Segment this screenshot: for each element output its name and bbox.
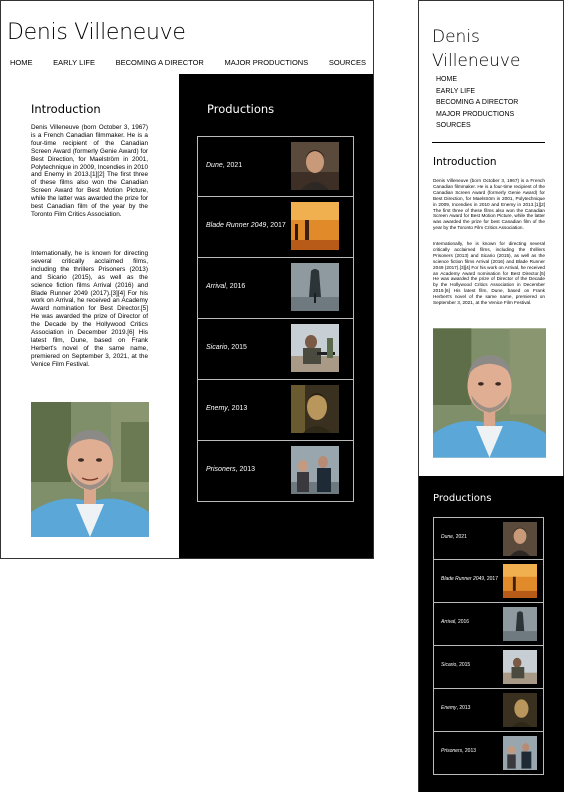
productions-heading-mobile: Productions <box>433 493 492 504</box>
nav-major-productions[interactable]: MAJOR PRODUCTIONS <box>436 109 518 121</box>
film-title: Enemy <box>206 405 228 412</box>
film-year: , 2015 <box>456 662 471 668</box>
film-card-arrival[interactable]: Arrival, 2016 <box>433 603 544 646</box>
main-nav: HOME EARLY LIFE BECOMING A DIRECTOR MAJO… <box>10 58 366 67</box>
productions-section: Productions Dune, 2021 Blade Runner 2049… <box>179 74 373 558</box>
film-card-blade-runner[interactable]: Blade Runner 2049, 2017 <box>197 197 354 258</box>
intro-paragraph-2: Internationally, he is known for directi… <box>31 250 148 368</box>
director-portrait-mobile <box>433 328 546 458</box>
film-caption: Sicario, 2015 <box>206 343 286 352</box>
film-year: , 2013 <box>462 748 477 754</box>
desktop-layout: Denis Villeneuve HOME EARLY LIFE BECOMIN… <box>0 0 374 559</box>
film-year: , 2021 <box>452 534 467 540</box>
nav-home[interactable]: HOME <box>436 74 518 86</box>
intro-paragraph-2-mobile: Internationally, he is known for directi… <box>433 241 545 306</box>
intro-paragraph-1-mobile: Denis Villeneuve (born October 3, 1967) … <box>433 178 545 231</box>
film-caption: Blade Runner 2049, 2017 <box>441 576 501 582</box>
director-portrait <box>31 402 149 537</box>
intro-heading-mobile: Introduction <box>433 156 497 168</box>
film-title: Prisoners <box>441 748 463 754</box>
film-card-enemy[interactable]: Enemy, 2013 <box>197 380 354 441</box>
film-caption: Arrival, 2016 <box>206 282 286 291</box>
arrival-poster-thumbnail <box>503 607 537 641</box>
enemy-poster-thumbnail <box>291 385 339 433</box>
nav-home[interactable]: HOME <box>10 58 33 67</box>
film-year: , 2021 <box>222 162 243 169</box>
film-title: Arrival <box>441 619 456 625</box>
film-title: Sicario <box>441 662 457 668</box>
prisoners-poster-thumbnail <box>503 736 537 770</box>
film-year: , 2015 <box>227 344 247 351</box>
prisoners-poster-thumbnail <box>291 446 339 494</box>
film-title: Dune <box>441 534 453 540</box>
film-year: , 2017 <box>266 222 286 229</box>
film-caption: Dune, 2021 <box>441 534 501 540</box>
film-caption: Prisoners, 2013 <box>206 465 286 474</box>
film-year: , 2016 <box>225 283 246 290</box>
film-card-enemy[interactable]: Enemy, 2013 <box>433 689 544 732</box>
film-caption: Blade Runner 2049, 2017 <box>206 221 286 230</box>
film-caption: Sicario, 2015 <box>441 662 501 668</box>
film-title: Prisoners <box>206 466 236 473</box>
productions-section-mobile: Productions Dune, 2021 Blade Runner 2049… <box>419 476 564 792</box>
nav-divider <box>432 142 545 143</box>
nav-early-life[interactable]: EARLY LIFE <box>436 86 518 98</box>
arrival-poster-thumbnail <box>291 263 339 311</box>
film-year: , 2016 <box>455 619 470 625</box>
mobile-layout: Denis Villeneuve HOME EARLY LIFE BECOMIN… <box>418 0 564 792</box>
film-title: Blade Runner 2049 <box>206 222 267 229</box>
intro-heading: Introduction <box>31 102 101 116</box>
blade-runner-poster-thumbnail <box>291 202 339 250</box>
film-title: Dune <box>206 162 223 169</box>
nav-sources[interactable]: SOURCES <box>329 58 366 67</box>
enemy-poster-thumbnail <box>503 693 537 727</box>
mobile-nav: HOME EARLY LIFE BECOMING A DIRECTOR MAJO… <box>436 74 518 132</box>
film-caption: Arrival, 2016 <box>441 619 501 625</box>
film-card-sicario[interactable]: Sicario, 2015 <box>197 319 354 380</box>
nav-becoming-director[interactable]: BECOMING A DIRECTOR <box>436 97 518 109</box>
film-year: , 2013 <box>235 466 256 473</box>
film-card-dune[interactable]: Dune, 2021 <box>197 136 354 197</box>
film-caption: Enemy, 2013 <box>441 705 501 711</box>
site-title: Denis Villeneuve <box>7 20 186 45</box>
film-card-arrival[interactable]: Arrival, 2016 <box>197 258 354 319</box>
film-caption: Dune, 2021 <box>206 161 286 170</box>
productions-heading: Productions <box>207 102 275 116</box>
dune-poster-thumbnail <box>503 522 537 556</box>
productions-list-mobile: Dune, 2021 Blade Runner 2049, 2017 Arriv… <box>433 517 544 775</box>
intro-section: Introduction Denis Villeneuve (born Octo… <box>1 74 179 558</box>
productions-list: Dune, 2021 Blade Runner 2049, 2017 Arriv… <box>197 136 354 502</box>
nav-early-life[interactable]: EARLY LIFE <box>53 58 95 67</box>
film-title: Enemy <box>441 705 457 711</box>
film-card-prisoners[interactable]: Prisoners, 2013 <box>197 441 354 502</box>
film-year: , 2017 <box>484 576 498 582</box>
site-title-mobile: Denis Villeneuve <box>432 27 521 71</box>
film-title: Blade Runner 2049 <box>441 576 485 582</box>
film-caption: Enemy, 2013 <box>206 404 286 413</box>
nav-major-productions[interactable]: MAJOR PRODUCTIONS <box>224 58 308 67</box>
film-card-prisoners[interactable]: Prisoners, 2013 <box>433 732 544 775</box>
sicario-poster-thumbnail <box>291 324 339 372</box>
film-caption: Prisoners, 2013 <box>441 748 501 754</box>
film-card-blade-runner[interactable]: Blade Runner 2049, 2017 <box>433 560 544 603</box>
sicario-poster-thumbnail <box>503 650 537 684</box>
dune-poster-thumbnail <box>291 142 339 190</box>
film-year: , 2013 <box>456 705 471 711</box>
film-card-sicario[interactable]: Sicario, 2015 <box>433 646 544 689</box>
film-title: Sicario <box>206 344 228 351</box>
blade-runner-poster-thumbnail <box>503 564 537 598</box>
film-year: , 2013 <box>227 405 248 412</box>
nav-sources[interactable]: SOURCES <box>436 120 518 132</box>
film-card-dune[interactable]: Dune, 2021 <box>433 517 544 560</box>
nav-becoming-director[interactable]: BECOMING A DIRECTOR <box>116 58 204 67</box>
intro-paragraph-1: Denis Villeneuve (born October 3, 1967) … <box>31 124 148 218</box>
film-title: Arrival <box>206 283 226 290</box>
